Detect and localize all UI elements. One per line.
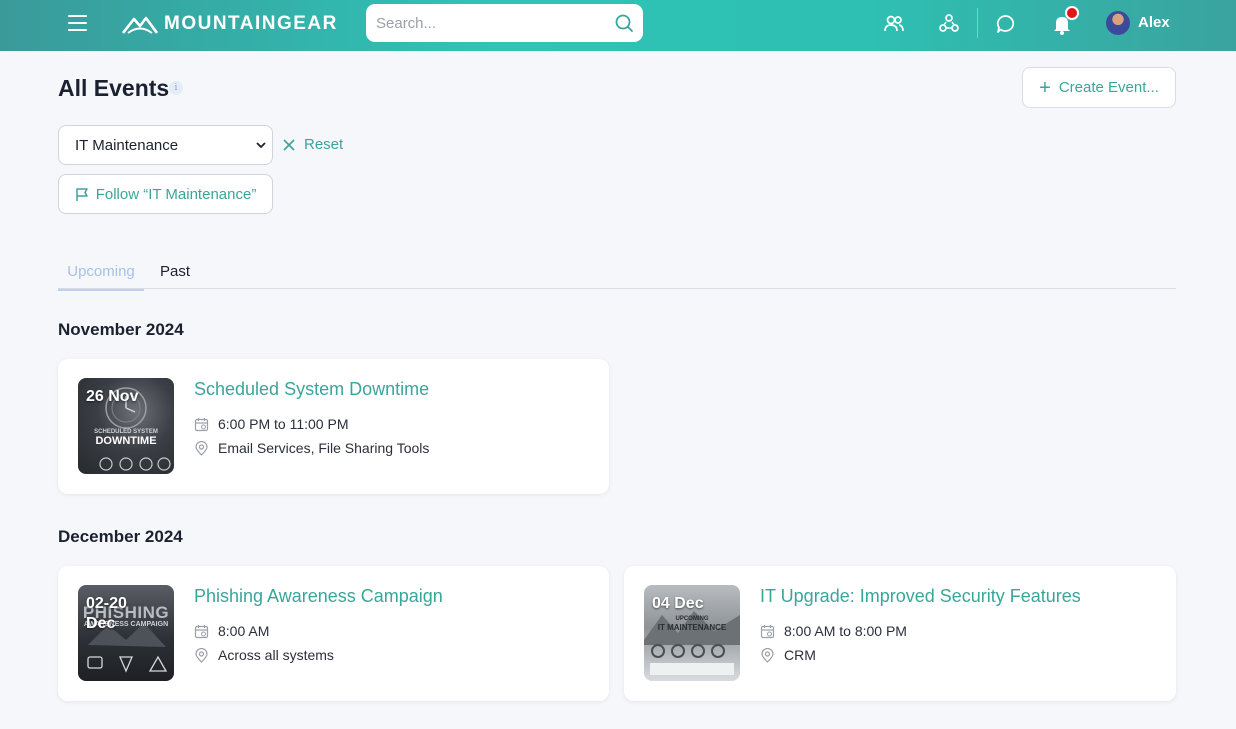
event-location-row: Email Services, File Sharing Tools bbox=[194, 440, 429, 456]
mountain-logo-icon bbox=[122, 16, 158, 34]
event-time: 6:00 PM to 11:00 PM bbox=[218, 416, 349, 432]
event-title[interactable]: IT Upgrade: Improved Security Features bbox=[760, 586, 1081, 607]
thumbnail-caption-1: UPCOMING bbox=[675, 616, 709, 622]
event-thumbnail: 26 Nov SCHEDULED SYSTEM DOWNTIME bbox=[78, 378, 174, 474]
logo-text: MOUNTAINGEAR bbox=[164, 13, 338, 34]
top-navigation-bar: MOUNTAINGEAR Alex bbox=[0, 0, 1236, 51]
event-thumbnail: 04 Dec UPCOMING IT MAINTENANCE bbox=[644, 585, 740, 681]
flag-icon bbox=[75, 187, 88, 201]
user-name[interactable]: Alex bbox=[1138, 14, 1170, 31]
avatar[interactable] bbox=[1106, 11, 1130, 35]
thumbnail-date: 26 Nov bbox=[86, 388, 139, 405]
event-location-row: CRM bbox=[760, 647, 816, 663]
month-heading-december: December 2024 bbox=[58, 527, 183, 546]
event-time: 8:00 AM bbox=[218, 623, 270, 639]
event-time-row: 6:00 PM to 11:00 PM bbox=[194, 416, 348, 432]
search-input[interactable] bbox=[376, 4, 606, 42]
event-title[interactable]: Scheduled System Downtime bbox=[194, 379, 429, 400]
reset-button[interactable]: Reset bbox=[283, 136, 343, 153]
event-card[interactable]: 26 Nov SCHEDULED SYSTEM DOWNTIME Schedul… bbox=[58, 359, 609, 494]
search-box bbox=[366, 4, 643, 42]
event-card[interactable]: 04 Dec UPCOMING IT MAINTENANCE IT Upgrad… bbox=[624, 566, 1176, 701]
page-title: All Events bbox=[58, 75, 170, 101]
chat-icon[interactable] bbox=[994, 12, 1018, 36]
location-pin-icon bbox=[195, 440, 208, 456]
tab-past[interactable]: Past bbox=[160, 263, 190, 280]
people-icon[interactable] bbox=[882, 12, 906, 36]
location-pin-icon bbox=[761, 647, 774, 663]
event-location-row: Across all systems bbox=[194, 647, 334, 663]
event-time: 8:00 AM to 8:00 PM bbox=[784, 623, 907, 639]
category-select[interactable]: IT Maintenance bbox=[58, 125, 273, 165]
search-icon[interactable] bbox=[614, 13, 634, 33]
category-select-value: IT Maintenance bbox=[75, 137, 179, 154]
calendar-icon bbox=[194, 624, 209, 638]
thumbnail-date: 04 Dec bbox=[652, 595, 704, 612]
close-icon bbox=[283, 138, 295, 151]
calendar-icon bbox=[194, 417, 209, 431]
event-location: Email Services, File Sharing Tools bbox=[218, 440, 430, 456]
event-card[interactable]: PHISHING AWARENESS CAMPAIGN 02-20 Dec Ph… bbox=[58, 566, 609, 701]
event-time-row: 8:00 AM bbox=[194, 623, 269, 639]
calendar-icon bbox=[760, 624, 775, 638]
groups-icon[interactable] bbox=[937, 12, 961, 36]
notification-badge bbox=[1065, 6, 1079, 20]
logo[interactable]: MOUNTAINGEAR bbox=[122, 10, 338, 38]
event-title[interactable]: Phishing Awareness Campaign bbox=[194, 586, 443, 607]
event-location: Across all systems bbox=[218, 647, 334, 663]
plus-icon: + bbox=[1039, 76, 1051, 99]
header-divider bbox=[977, 8, 978, 38]
event-thumbnail: PHISHING AWARENESS CAMPAIGN 02-20 Dec bbox=[78, 585, 174, 681]
location-pin-icon bbox=[195, 647, 208, 663]
follow-label: Follow “IT Maintenance” bbox=[95, 185, 257, 203]
thumbnail-caption-2: IT MAINTENANCE bbox=[657, 623, 727, 632]
event-time-row: 8:00 AM to 8:00 PM bbox=[760, 623, 907, 639]
tabs-divider bbox=[58, 288, 1176, 289]
month-heading-november: November 2024 bbox=[58, 320, 184, 339]
reset-label: Reset bbox=[304, 136, 344, 153]
info-icon[interactable]: i bbox=[169, 81, 183, 95]
chevron-down-icon bbox=[256, 142, 266, 149]
thumbnail-date: 02-20 Dec bbox=[86, 595, 127, 632]
tab-upcoming[interactable]: Upcoming bbox=[58, 263, 144, 291]
event-location: CRM bbox=[784, 647, 816, 663]
hamburger-menu-icon[interactable] bbox=[68, 15, 87, 31]
thumbnail-caption-2: DOWNTIME bbox=[95, 435, 157, 447]
create-event-label: Create Event... bbox=[1058, 79, 1159, 96]
create-event-button[interactable]: + Create Event... bbox=[1022, 67, 1176, 108]
follow-category-button[interactable]: Follow “IT Maintenance” bbox=[58, 174, 273, 214]
